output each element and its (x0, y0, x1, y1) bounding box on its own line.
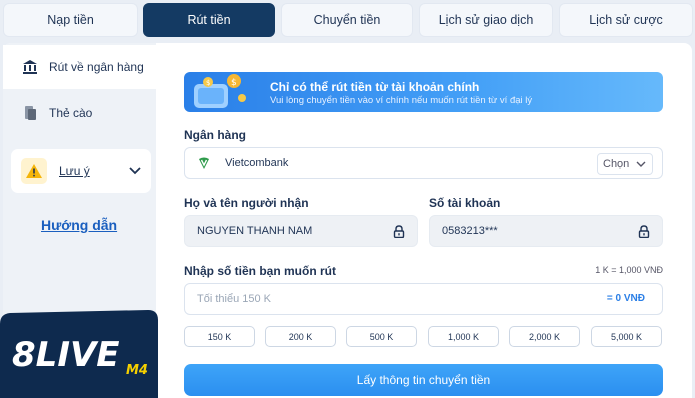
sidebar-item-label: Thẻ cào (49, 106, 93, 120)
tab-deposit[interactable]: Nạp tiền (3, 3, 138, 37)
amount-equivalent: = 0 VNĐ (606, 293, 645, 304)
bank-name: Vietcombank (225, 157, 289, 169)
lock-icon (638, 225, 650, 241)
account-value: 0583213*** (442, 225, 498, 237)
bank-select[interactable]: Vietcombank Chọn (184, 147, 663, 179)
bank-choose-dropdown[interactable]: Chọn (597, 153, 653, 175)
svg-text:$: $ (231, 78, 237, 88)
tab-withdraw[interactable]: Rút tiền (143, 3, 275, 37)
chevron-down-icon (636, 161, 646, 167)
quick-amount-5000k[interactable]: 5,000 K (591, 326, 662, 347)
tab-bet-history[interactable]: Lịch sử cược (559, 3, 693, 37)
quick-amount-1000k[interactable]: 1,000 K (428, 326, 499, 347)
warning-icon (21, 158, 47, 184)
svg-text:8LIVE: 8LIVE (12, 335, 120, 375)
wallet-coins-icon: $ $ (184, 72, 254, 112)
chevron-down-icon (129, 164, 141, 178)
tab-transaction-history[interactable]: Lịch sử giao dịch (419, 3, 553, 37)
tab-transfer[interactable]: Chuyển tiền (281, 3, 413, 37)
quick-amount-200k[interactable]: 200 K (265, 326, 336, 347)
bank-icon (21, 58, 39, 76)
quick-amount-2000k[interactable]: 2,000 K (509, 326, 580, 347)
get-transfer-info-button[interactable]: Lấy thông tin chuyển tiền (184, 364, 663, 396)
svg-text:$: $ (206, 79, 210, 87)
account-label: Số tài khoản (429, 196, 501, 210)
note-toggle[interactable]: Lưu ý (11, 149, 151, 193)
amount-label: Nhập số tiền bạn muốn rút (184, 264, 336, 278)
sidebar-item-bank-withdraw[interactable]: Rút về ngân hàng (3, 45, 156, 89)
account-field: 0583213*** (429, 215, 663, 247)
choose-label: Chọn (603, 158, 630, 170)
banner-subtitle: Vui lòng chuyển tiền vào ví chính nếu mu… (270, 95, 533, 106)
svg-text:M4: M4 (126, 363, 148, 378)
vietcombank-logo-icon (197, 156, 211, 170)
lock-icon (393, 225, 405, 241)
recipient-field: NGUYEN THANH NAM (184, 215, 418, 247)
brand-logo: 8LIVE M4 (0, 310, 158, 398)
tab-bar: Nạp tiền Rút tiền Chuyển tiền Lịch sử gi… (0, 0, 695, 40)
amount-input[interactable] (184, 283, 663, 315)
guide-link[interactable]: Hướng dẫn (41, 217, 117, 233)
exchange-rate: 1 K = 1,000 VNĐ (595, 265, 663, 275)
recipient-label: Họ và tên người nhận (184, 196, 309, 210)
sidebar-item-scratch-card[interactable]: Thẻ cào (3, 91, 156, 135)
quick-amount-500k[interactable]: 500 K (346, 326, 417, 347)
bank-label: Ngân hàng (184, 128, 246, 142)
quick-amount-150k[interactable]: 150 K (184, 326, 255, 347)
banner-title: Chỉ có thể rút tiền từ tài khoản chính (270, 80, 480, 94)
note-label: Lưu ý (59, 164, 90, 178)
sidebar-item-label: Rút về ngân hàng (49, 60, 144, 74)
info-banner: $ $ Chỉ có thể rút tiền từ tài khoản chí… (184, 72, 663, 112)
recipient-value: NGUYEN THANH NAM (197, 225, 313, 237)
card-icon (21, 104, 39, 122)
